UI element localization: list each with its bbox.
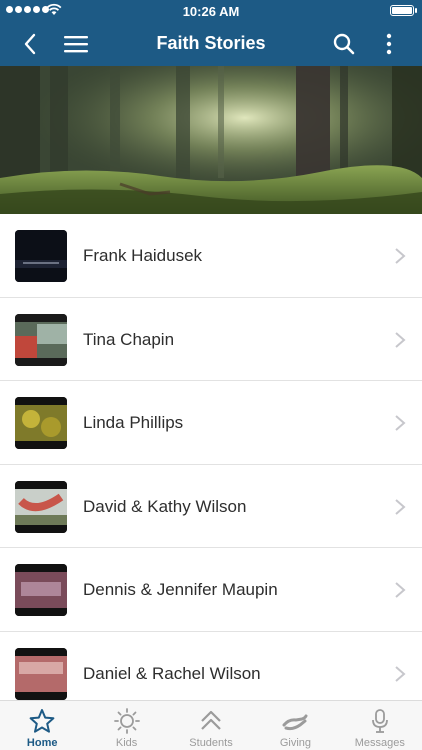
chevron-right-icon <box>395 331 406 348</box>
battery-icon <box>390 5 417 16</box>
more-vertical-icon <box>386 33 392 55</box>
tab-label: Giving <box>279 737 312 749</box>
video-thumbnail <box>15 480 67 533</box>
tab-label: Messages <box>354 737 405 749</box>
status-bar: 10:26 AM <box>0 0 422 22</box>
list-item[interactable]: Daniel & Rachel Wilson <box>0 632 422 701</box>
tab-messages[interactable]: Messages <box>338 701 422 750</box>
microphone-icon <box>371 709 388 733</box>
sun-icon <box>113 708 140 734</box>
star-icon <box>29 709 55 733</box>
video-thumbnail <box>15 397 67 449</box>
tab-students[interactable]: Students <box>169 701 253 750</box>
story-list: Frank Haidusek Tina Chapin Linda Phillip… <box>0 214 422 700</box>
list-item[interactable]: Linda Phillips <box>0 381 422 465</box>
chevron-right-icon <box>395 582 406 598</box>
search-icon <box>333 33 355 55</box>
list-item[interactable]: David & Kathy Wilson <box>0 465 422 548</box>
tab-kids[interactable]: Kids <box>84 701 168 750</box>
giving-hand-icon <box>282 714 308 731</box>
story-name: Tina Chapin <box>83 329 175 349</box>
story-name: Frank Haidusek <box>83 246 203 265</box>
hero-image <box>0 66 422 214</box>
list-item[interactable]: Dennis & Jennifer Maupin <box>0 548 422 632</box>
chevron-right-icon <box>395 248 406 264</box>
story-name: Daniel & Rachel Wilson <box>83 663 261 683</box>
status-time: 10:26 AM <box>182 4 240 19</box>
story-name: David & Kathy Wilson <box>83 496 247 516</box>
story-name: Dennis & Jennifer Maupin <box>83 580 278 599</box>
navigation-bar: Faith Stories <box>0 22 422 66</box>
double-chevron-up-icon <box>201 710 221 730</box>
tab-bar: Home Kids Students Giving Messages <box>0 700 422 750</box>
search-button[interactable] <box>328 28 360 60</box>
more-options-button[interactable] <box>373 28 405 60</box>
list-item[interactable]: Frank Haidusek <box>0 214 422 298</box>
list-item[interactable]: Tina Chapin <box>0 298 422 381</box>
chevron-right-icon <box>395 415 406 431</box>
chevron-right-icon <box>395 498 406 515</box>
tab-giving[interactable]: Giving <box>253 701 337 750</box>
video-thumbnail <box>15 647 67 700</box>
story-name: Linda Phillips <box>83 413 184 432</box>
tab-label: Home <box>26 737 58 749</box>
chevron-right-icon <box>395 665 406 682</box>
tab-label: Students <box>189 737 233 749</box>
video-thumbnail <box>15 564 67 616</box>
video-thumbnail <box>15 313 67 366</box>
tab-label: Kids <box>115 737 138 749</box>
tab-home[interactable]: Home <box>0 701 84 750</box>
top-bar: 10:26 AM Faith Stories <box>0 0 422 66</box>
video-thumbnail <box>15 230 67 282</box>
